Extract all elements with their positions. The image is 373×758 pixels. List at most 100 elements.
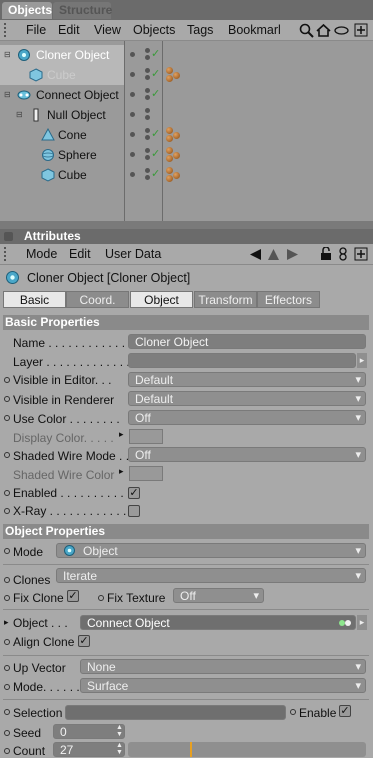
material-tag-icon[interactable] <box>166 135 173 142</box>
shaded-wire-color-swatch[interactable] <box>129 466 163 481</box>
visibility-dot[interactable] <box>130 172 135 177</box>
material-tag-icon[interactable] <box>166 175 173 182</box>
collapse-icon[interactable]: ⊟ <box>4 90 11 99</box>
fix-texture-select[interactable]: Off <box>173 588 264 604</box>
menu-bookmarks[interactable]: Bookmarl <box>228 23 281 37</box>
mode-select[interactable]: Object <box>56 543 366 559</box>
list-item[interactable]: Sphere <box>0 145 124 165</box>
animate-icon[interactable] <box>4 396 10 402</box>
animate-icon[interactable] <box>4 639 10 645</box>
tab-transform[interactable]: Transform <box>194 291 257 308</box>
enabled-check-icon[interactable]: ✓ <box>151 87 160 100</box>
name-field[interactable]: Cloner Object <box>128 334 366 349</box>
list-item[interactable]: Cone <box>0 125 124 145</box>
layer-arrow-icon[interactable]: ▸ <box>357 353 367 368</box>
use-color-select[interactable]: Off <box>128 410 366 426</box>
xray-checkbox[interactable] <box>128 505 140 517</box>
editor-dot[interactable] <box>145 148 150 153</box>
enable-checkbox[interactable]: ✓ <box>339 705 351 717</box>
shaded-wire-mode-select[interactable]: Off <box>128 447 366 463</box>
tab-effectors[interactable]: Effectors <box>257 291 320 308</box>
animate-icon[interactable] <box>4 595 10 601</box>
list-item[interactable]: Cube <box>0 65 124 85</box>
list-item[interactable]: ⊟ Connect Object <box>0 85 124 105</box>
material-tag-icon[interactable] <box>166 127 173 134</box>
tab-basic[interactable]: Basic <box>3 291 66 308</box>
visibility-dot[interactable] <box>130 152 135 157</box>
count-slider-handle[interactable] <box>190 742 192 757</box>
tab-objects[interactable]: Objects <box>2 2 52 19</box>
list-item[interactable]: ⊟ Null Object <box>0 105 124 125</box>
object-link-field[interactable]: Connect Object <box>80 615 356 630</box>
fix-clone-checkbox[interactable]: ✓ <box>67 590 79 602</box>
animate-icon[interactable] <box>4 709 10 715</box>
visible-editor-select[interactable]: Default <box>128 372 366 388</box>
visibility-dot[interactable] <box>130 132 135 137</box>
animate-icon[interactable] <box>4 508 10 514</box>
animate-icon[interactable] <box>4 548 10 554</box>
back-arrow-icon[interactable] <box>249 248 262 261</box>
editor-dot[interactable] <box>145 48 150 53</box>
panel-divider[interactable] <box>0 221 373 229</box>
eye-icon[interactable] <box>334 25 349 36</box>
clones-select[interactable]: Iterate <box>56 568 366 584</box>
enabled-check-icon[interactable]: ✓ <box>151 47 160 60</box>
render-dot[interactable] <box>145 95 150 100</box>
render-dot[interactable] <box>145 115 150 120</box>
new-panel-icon[interactable] <box>354 23 368 37</box>
editor-dot[interactable] <box>145 108 150 113</box>
animate-icon[interactable] <box>4 490 10 496</box>
expand-icon[interactable]: ▸ <box>119 429 124 440</box>
menu-edit[interactable]: Edit <box>58 23 80 37</box>
distribution-mode-select[interactable]: Surface <box>80 678 366 694</box>
display-color-swatch[interactable] <box>129 429 163 444</box>
count-slider[interactable] <box>128 742 366 757</box>
animate-icon[interactable] <box>98 595 104 601</box>
material-tag-icon[interactable] <box>173 72 180 79</box>
seed-field[interactable]: 0 <box>53 724 125 739</box>
menu-file[interactable]: File <box>26 23 46 37</box>
tab-structure[interactable]: Structure <box>53 2 112 19</box>
editor-dot[interactable] <box>145 128 150 133</box>
material-tag-icon[interactable] <box>173 152 180 159</box>
editor-dot[interactable] <box>145 88 150 93</box>
material-tag-icon[interactable] <box>166 75 173 82</box>
grip-handle[interactable] <box>4 23 10 37</box>
animate-icon[interactable] <box>4 415 10 421</box>
animate-icon[interactable] <box>4 684 10 690</box>
grip-handle[interactable] <box>4 247 10 261</box>
visible-renderer-select[interactable]: Default <box>128 391 366 407</box>
visibility-dot[interactable] <box>130 92 135 97</box>
enabled-checkbox[interactable]: ✓ <box>128 487 140 499</box>
visibility-dot[interactable] <box>130 72 135 77</box>
collapse-icon[interactable]: ⊟ <box>4 50 11 59</box>
collapse-icon[interactable]: ⊟ <box>16 110 23 119</box>
align-clone-checkbox[interactable]: ✓ <box>78 635 90 647</box>
animate-icon[interactable] <box>290 709 296 715</box>
new-panel-icon[interactable] <box>354 247 368 261</box>
expand-icon[interactable]: ▸ <box>119 466 124 477</box>
render-dot[interactable] <box>145 55 150 60</box>
selection-field[interactable] <box>65 705 286 720</box>
animate-icon[interactable] <box>4 377 10 383</box>
render-dot[interactable] <box>145 75 150 80</box>
tab-coord[interactable]: Coord. <box>66 291 129 308</box>
material-tag-icon[interactable] <box>173 132 180 139</box>
editor-dot[interactable] <box>145 168 150 173</box>
menu-mode[interactable]: Mode <box>26 247 57 261</box>
animate-icon[interactable] <box>4 730 10 736</box>
list-item[interactable]: ⊟ Cloner Object <box>0 45 124 65</box>
search-icon[interactable] <box>299 23 314 38</box>
up-vector-select[interactable]: None <box>80 659 366 675</box>
count-stepper-icon[interactable]: ▲ ▼ <box>116 742 123 756</box>
link-icon[interactable] <box>338 247 348 261</box>
material-tag-icon[interactable] <box>166 155 173 162</box>
menu-objects[interactable]: Objects <box>133 23 175 37</box>
count-field[interactable]: 27 <box>53 742 125 757</box>
menu-edit[interactable]: Edit <box>69 247 91 261</box>
render-dot[interactable] <box>145 175 150 180</box>
lock-icon[interactable] <box>320 247 332 261</box>
visibility-dot[interactable] <box>130 112 135 117</box>
enabled-check-icon[interactable]: ✓ <box>151 167 160 180</box>
tab-object[interactable]: Object <box>130 291 193 308</box>
